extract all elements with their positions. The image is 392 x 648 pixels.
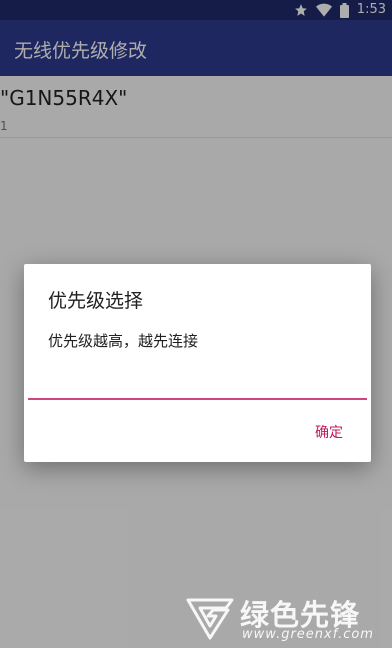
watermark: 绿色先锋 www.greenxf.com (186, 592, 386, 644)
confirm-button[interactable]: 确定 (307, 416, 351, 448)
dialog-message: 优先级越高，越先连接 (48, 332, 199, 350)
dialog-title: 优先级选择 (48, 290, 144, 312)
priority-dialog: 优先级选择 优先级越高，越先连接 确定 (24, 264, 371, 462)
priority-input[interactable] (28, 368, 367, 400)
watermark-url: www.greenxf.com (242, 627, 374, 642)
watermark-logo-icon (186, 596, 234, 644)
